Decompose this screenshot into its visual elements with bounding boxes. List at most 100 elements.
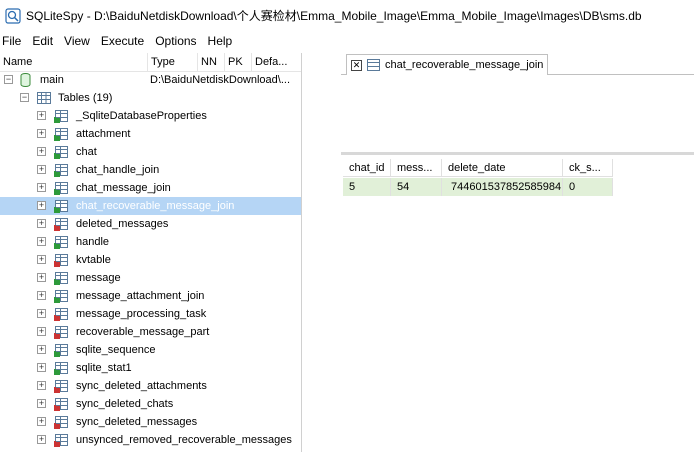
table-list-item[interactable]: + sync_deleted_chats	[0, 395, 301, 413]
table-icon	[54, 308, 68, 321]
expand-icon[interactable]: +	[37, 165, 46, 174]
result-column-header[interactable]: ck_s...	[563, 159, 613, 177]
expand-icon[interactable]: +	[37, 381, 46, 390]
expand-icon[interactable]: +	[37, 327, 46, 336]
table-list-item[interactable]: + message	[0, 269, 301, 287]
table-list-item[interactable]: + message_attachment_join	[0, 287, 301, 305]
expand-icon[interactable]: +	[37, 399, 46, 408]
table-status-green-icon	[54, 243, 60, 249]
table-name: attachment	[76, 128, 131, 140]
menu-execute[interactable]: Execute	[98, 31, 152, 51]
expand-icon[interactable]: +	[37, 201, 46, 210]
result-header-row: chat_id mess... delete_date ck_s...	[343, 159, 694, 177]
table-name: recoverable_message_part	[76, 326, 210, 338]
table-icon	[54, 200, 68, 213]
collapse-icon[interactable]: −	[4, 75, 13, 84]
table-name: sqlite_sequence	[76, 344, 156, 356]
window-title: SQLiteSpy - D:\BaiduNetdiskDownload\个人赛检…	[26, 9, 642, 23]
menu-options[interactable]: Options	[152, 31, 204, 51]
table-list-item[interactable]: + kvtable	[0, 251, 301, 269]
result-cell[interactable]: 744601537852585984	[442, 178, 563, 196]
table-list-item[interactable]: + message_processing_task	[0, 305, 301, 323]
result-row[interactable]: 5 54 744601537852585984 0	[343, 178, 613, 196]
table-list-item[interactable]: + unsynced_removed_recoverable_messages	[0, 431, 301, 449]
table-status-red-icon	[54, 423, 60, 429]
close-icon[interactable]: ✕	[351, 59, 362, 71]
column-header-default[interactable]: Defa...	[252, 53, 301, 72]
tree-tables-node[interactable]: − Tables (19)	[0, 89, 301, 107]
table-list-item[interactable]: + chat_message_join	[0, 179, 301, 197]
menu-help[interactable]: Help	[205, 31, 241, 51]
table-name: message	[76, 272, 121, 284]
tab-label: chat_recoverable_message_join	[385, 59, 544, 71]
expand-icon[interactable]: +	[37, 111, 46, 120]
column-header-pk[interactable]: PK	[225, 53, 252, 72]
table-icon	[54, 290, 68, 303]
table-status-red-icon	[54, 333, 60, 339]
table-list-item[interactable]: + chat_handle_join	[0, 161, 301, 179]
menu-edit[interactable]: Edit	[29, 31, 61, 51]
result-cell[interactable]: 5	[343, 178, 391, 196]
result-cell[interactable]: 0	[563, 178, 613, 196]
table-list-item[interactable]: + sqlite_stat1	[0, 359, 301, 377]
table-list-item[interactable]: + chat	[0, 143, 301, 161]
table-list-item[interactable]: + sync_deleted_attachments	[0, 377, 301, 395]
expand-icon[interactable]: +	[37, 273, 46, 282]
table-list-item[interactable]: + recoverable_message_part	[0, 323, 301, 341]
table-list-item[interactable]: + _SqliteDatabaseProperties	[0, 107, 301, 125]
table-icon	[54, 254, 68, 267]
tab-chat-recoverable-message-join[interactable]: ✕ chat_recoverable_message_join	[346, 54, 549, 75]
table-list-item[interactable]: + sqlite_sequence	[0, 341, 301, 359]
table-status-green-icon	[54, 279, 60, 285]
table-icon	[54, 164, 68, 177]
editor-tabstrip: ✕ chat_recoverable_message_join	[341, 53, 694, 75]
table-name: sqlite_stat1	[76, 362, 132, 374]
expand-icon[interactable]: +	[37, 129, 46, 138]
table-icon	[54, 434, 68, 447]
expand-icon[interactable]: +	[37, 237, 46, 246]
menu-file[interactable]: File	[0, 31, 29, 51]
tree-db-main[interactable]: − main D:\BaiduNetdiskDownload\...	[0, 71, 301, 89]
table-list-item[interactable]: + deleted_messages	[0, 215, 301, 233]
result-column-header[interactable]: chat_id	[343, 159, 391, 177]
menu-view[interactable]: View	[61, 31, 98, 51]
table-icon	[54, 362, 68, 375]
table-list-item[interactable]: + sync_deleted_messages	[0, 413, 301, 431]
table-status-red-icon	[54, 387, 60, 393]
result-cell[interactable]: 54	[391, 178, 442, 196]
table-name: chat_message_join	[76, 182, 171, 194]
column-header-nn[interactable]: NN	[198, 53, 225, 72]
table-icon	[54, 128, 68, 141]
expand-icon[interactable]: +	[37, 255, 46, 264]
table-name: sync_deleted_messages	[76, 416, 198, 428]
expand-icon[interactable]: +	[37, 219, 46, 228]
column-header-type[interactable]: Type	[148, 53, 198, 72]
table-status-green-icon	[54, 207, 60, 213]
expand-icon[interactable]: +	[37, 183, 46, 192]
table-icon	[54, 110, 68, 123]
table-name: chat	[76, 146, 97, 158]
expand-icon[interactable]: +	[37, 417, 46, 426]
expand-icon[interactable]: +	[37, 147, 46, 156]
column-header-name[interactable]: Name	[0, 53, 148, 72]
table-status-red-icon	[54, 315, 60, 321]
table-icon	[54, 182, 68, 195]
sql-editor[interactable]	[341, 76, 694, 155]
table-name: message_attachment_join	[76, 290, 205, 302]
collapse-icon[interactable]: −	[20, 93, 29, 102]
result-column-header[interactable]: mess...	[391, 159, 442, 177]
expand-icon[interactable]: +	[37, 435, 46, 444]
result-column-header[interactable]: delete_date	[442, 159, 563, 177]
table-name: handle	[76, 236, 110, 248]
expand-icon[interactable]: +	[37, 309, 46, 318]
table-list-item[interactable]: + attachment	[0, 125, 301, 143]
expand-icon[interactable]: +	[37, 291, 46, 300]
table-status-green-icon	[54, 117, 60, 123]
table-status-green-icon	[54, 297, 60, 303]
table-icon	[54, 146, 68, 159]
table-list-item[interactable]: + chat_recoverable_message_join	[0, 197, 301, 215]
table-list-item[interactable]: + handle	[0, 233, 301, 251]
expand-icon[interactable]: +	[37, 345, 46, 354]
expand-icon[interactable]: +	[37, 363, 46, 372]
db-path: D:\BaiduNetdiskDownload\...	[150, 74, 291, 86]
